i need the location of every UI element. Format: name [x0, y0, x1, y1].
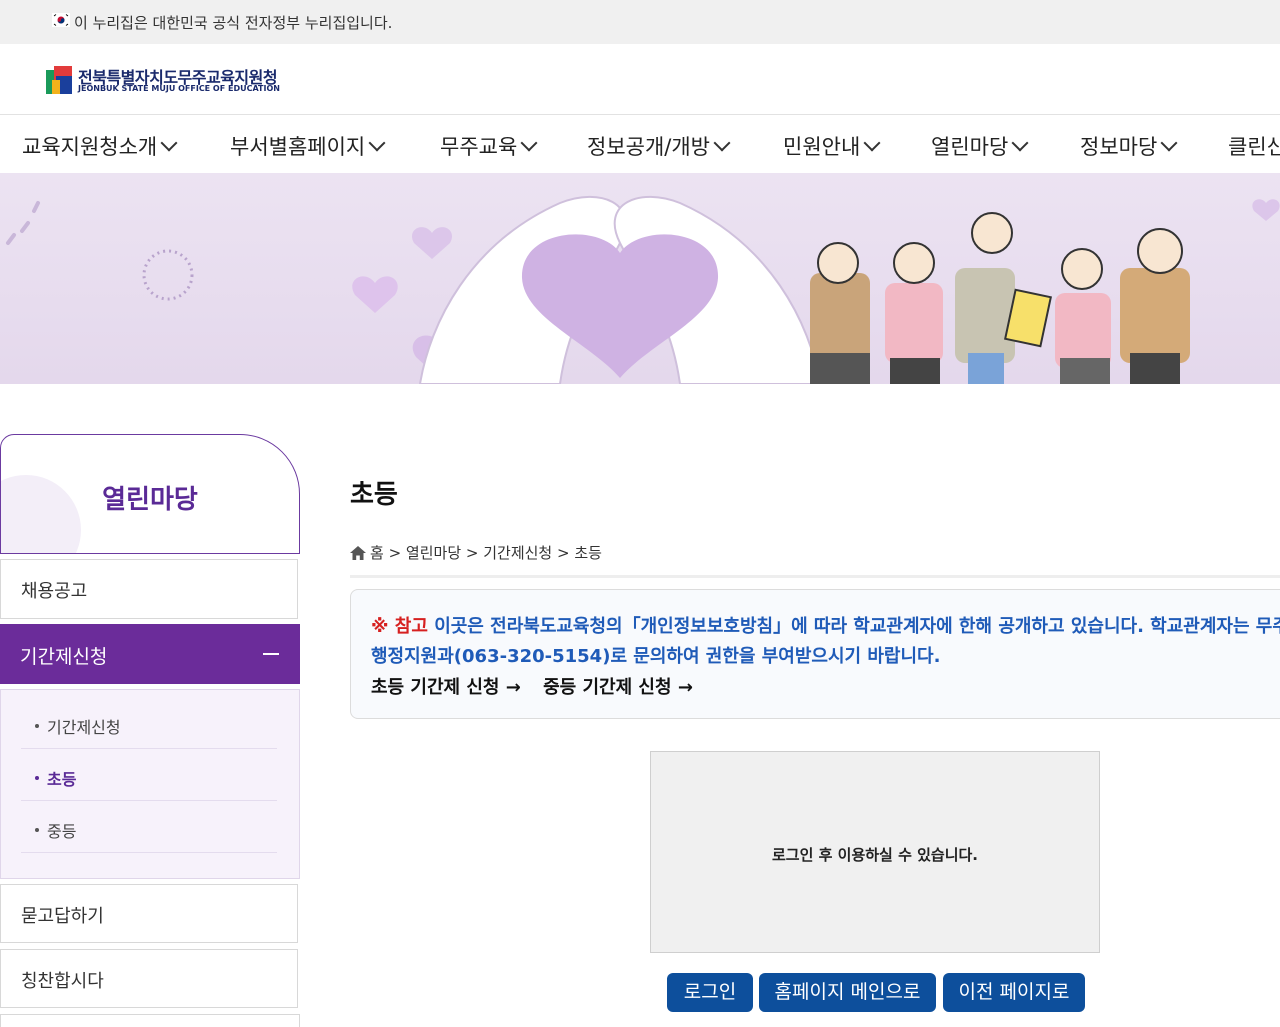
- korea-flag-icon: [52, 13, 70, 27]
- previous-page-button[interactable]: 이전 페이지로: [943, 973, 1085, 1012]
- notice-mark: ※: [371, 616, 389, 637]
- chevron-down-icon: [520, 134, 538, 152]
- notice-ref-label: 참고: [394, 616, 428, 637]
- nav-item-open-forum[interactable]: 열린마당: [931, 131, 1029, 161]
- site-header: 전북특별자치도무주교육지원청 JEONBUK STATE MUJU OFFICE…: [0, 44, 1280, 114]
- gov-notice-text: 이 누리집은 대한민국 공식 전자정부 누리집입니다.: [74, 14, 393, 32]
- page-title: 초등: [350, 480, 398, 510]
- side-menu-item-label: 채용공고: [21, 581, 88, 602]
- side-menu-item-temporary-application[interactable]: 기간제신청: [0, 624, 300, 684]
- collapse-minus-icon: [263, 653, 279, 655]
- education-office-logo-icon: [46, 66, 72, 94]
- main-navigation: 교육지원청소개 부서별홈페이지 무주교육 정보공개/개방 민원안내 열린마당 정…: [0, 114, 1280, 174]
- logo-name-en: JEONBUK STATE MUJU OFFICE OF EDUCATION: [78, 84, 280, 93]
- breadcrumb-path: > 열린마당 > 기간제신청 > 초등: [388, 544, 602, 562]
- notice-links: 초등 기간제 신청 → 중등 기간제 신청 →: [371, 673, 709, 699]
- nav-item-information-disclosure[interactable]: 정보공개/개방: [587, 131, 731, 161]
- chevron-down-icon: [1160, 134, 1178, 152]
- chevron-down-icon: [863, 134, 881, 152]
- side-menu-item-praise[interactable]: 칭찬합시다: [0, 949, 298, 1008]
- site-logo[interactable]: 전북특별자치도무주교육지원청 JEONBUK STATE MUJU OFFICE…: [44, 64, 284, 98]
- elementary-application-link[interactable]: 초등 기간제 신청 →: [371, 677, 521, 698]
- bullet-icon: [35, 828, 39, 832]
- nav-item-about[interactable]: 교육지원청소개: [22, 131, 178, 161]
- side-menu-item-jobs[interactable]: 채용공고: [0, 559, 298, 619]
- nav-item-muju-education[interactable]: 무주교육: [440, 131, 538, 161]
- divider: [350, 575, 1280, 578]
- breadcrumb: 홈 > 열린마당 > 기간제신청 > 초등: [350, 542, 602, 563]
- notice-text-1: 이곳은 전라북도교육청의「개인정보보호방침」에 따라 학교관계자에 한해 공개하…: [434, 616, 1280, 637]
- side-menu-item-qna[interactable]: 묻고답하기: [0, 884, 298, 943]
- login-button[interactable]: 로그인: [667, 973, 753, 1012]
- side-menu-item-label: 기간제신청: [20, 646, 108, 668]
- notice-line-2: 행정지원과(063-320-5154)로 문의하여 권한을 부여받으시기 바랍니…: [371, 646, 941, 667]
- nav-item-civil-service[interactable]: 민원안내: [783, 131, 881, 161]
- login-required-box: 로그인 후 이용하실 수 있습니다.: [650, 751, 1100, 953]
- bullet-icon: [35, 724, 39, 728]
- side-menu-item-label: 칭찬합시다: [21, 971, 104, 992]
- home-main-button[interactable]: 홈페이지 메인으로: [759, 973, 936, 1012]
- home-icon[interactable]: [350, 546, 366, 560]
- chevron-down-icon: [160, 134, 178, 152]
- gov-notice-bar: 이 누리집은 대한민국 공식 전자정부 누리집입니다.: [0, 0, 1280, 44]
- login-required-message: 로그인 후 이용하실 수 있습니다.: [772, 846, 978, 864]
- hero-banner: [0, 173, 1280, 384]
- nav-item-clean[interactable]: 클린신: [1228, 131, 1280, 161]
- submenu-item-temporary-application[interactable]: 기간제신청: [21, 696, 277, 749]
- side-menu-item-next[interactable]: [0, 1014, 300, 1027]
- side-menu-item-label: 묻고답하기: [21, 906, 104, 927]
- chevron-down-icon: [713, 134, 731, 152]
- chevron-down-icon: [368, 134, 386, 152]
- heart-hands-illustration: [0, 173, 1280, 384]
- notice-line-1: ※ 참고 이곳은 전라북도교육청의「개인정보보호방침」에 따라 학교관계자에 한…: [371, 612, 1280, 638]
- nav-item-departments[interactable]: 부서별홈페이지: [230, 131, 386, 161]
- side-menu-title: 열린마당: [0, 434, 300, 554]
- breadcrumb-home[interactable]: 홈: [370, 544, 384, 562]
- middle-application-link[interactable]: 중등 기간제 신청 →: [543, 677, 693, 698]
- side-menu-title-text: 열린마당: [102, 485, 198, 515]
- submenu-item-middle[interactable]: 중등: [21, 800, 277, 853]
- submenu-item-elementary[interactable]: 초등: [21, 748, 277, 801]
- bullet-icon: [35, 776, 39, 780]
- notice-box: ※ 참고 이곳은 전라북도교육청의「개인정보보호방침」에 따라 학교관계자에 한…: [350, 589, 1280, 719]
- chevron-down-icon: [1011, 134, 1029, 152]
- nav-item-info-forum[interactable]: 정보마당: [1080, 131, 1178, 161]
- side-submenu: 기간제신청 초등 중등: [0, 689, 300, 879]
